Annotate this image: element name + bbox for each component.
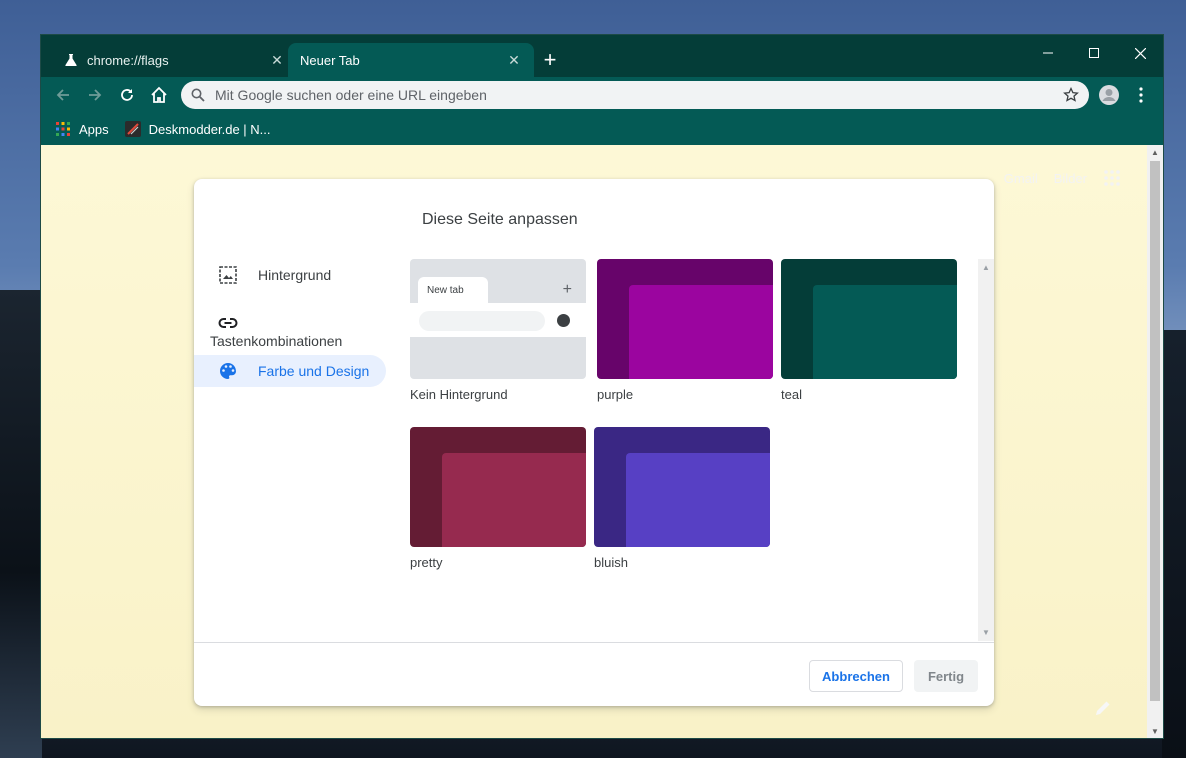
theme-preview-inner bbox=[629, 285, 773, 379]
desktop-wallpaper-right bbox=[1162, 330, 1186, 758]
theme-label: teal bbox=[781, 387, 802, 402]
forward-button[interactable] bbox=[81, 81, 109, 109]
title-bar: chrome://flags ✕ Neuer Tab ✕ + bbox=[41, 35, 1163, 77]
tab-title: chrome://flags bbox=[87, 52, 169, 68]
theme-label: bluish bbox=[594, 555, 628, 570]
theme-preview-inner bbox=[626, 453, 770, 547]
cancel-button[interactable]: Abbrechen bbox=[809, 660, 903, 692]
theme-preview: New tab + bbox=[410, 259, 586, 379]
scroll-up-icon[interactable]: ▲ bbox=[981, 263, 991, 272]
menu-item-label: Hintergrund bbox=[258, 267, 332, 283]
mini-omnibox bbox=[419, 311, 545, 331]
home-icon bbox=[151, 86, 167, 103]
theme-tile-default[interactable]: New tab + Kein Hintergrund bbox=[410, 259, 586, 402]
desktop-wallpaper-left bbox=[0, 290, 42, 758]
bookmark-apps[interactable]: Apps bbox=[55, 121, 109, 137]
avatar-icon bbox=[1099, 85, 1119, 105]
theme-preview bbox=[594, 427, 770, 547]
gmail-link[interactable]: Gmail bbox=[1004, 171, 1038, 186]
tab-title: Neuer Tab bbox=[300, 52, 360, 68]
bookmark-deskmodder[interactable]: Deskmodder.de | N... bbox=[124, 121, 271, 137]
menu-item-label: Tastenkombinationen bbox=[210, 333, 343, 349]
deskmodder-favicon bbox=[124, 121, 141, 137]
theme-tile-bluish[interactable]: bluish bbox=[594, 427, 770, 570]
close-icon[interactable]: ✕ bbox=[506, 52, 522, 68]
more-vert-icon bbox=[1139, 87, 1143, 103]
images-link[interactable]: Bilder bbox=[1054, 171, 1087, 186]
scroll-down-icon[interactable]: ▼ bbox=[1150, 727, 1160, 737]
reload-button[interactable] bbox=[113, 81, 141, 109]
omnibox[interactable] bbox=[181, 81, 1089, 109]
theme-label: pretty bbox=[410, 555, 443, 570]
ntp-header-links: Gmail Bilder bbox=[1004, 169, 1121, 187]
link-icon bbox=[218, 318, 238, 328]
avatar-icon bbox=[557, 314, 570, 327]
theme-tile-teal[interactable]: teal bbox=[781, 259, 957, 402]
theme-preview bbox=[410, 427, 586, 547]
omnibox-input[interactable] bbox=[215, 87, 1063, 103]
close-window-button[interactable] bbox=[1117, 39, 1163, 67]
bookmark-label: Apps bbox=[79, 121, 109, 137]
theme-preview-inner bbox=[442, 453, 586, 547]
chrome-window: chrome://flags ✕ Neuer Tab ✕ + Mit Googl… bbox=[40, 34, 1164, 739]
close-icon bbox=[1134, 47, 1146, 59]
new-tab-button[interactable]: + bbox=[539, 49, 561, 71]
bookmarks-bar: Apps Deskmodder.de | N... bbox=[41, 113, 1163, 145]
new-tab-page: Gmail Bilder Diese Seite anpassen Hinter… bbox=[41, 145, 1149, 738]
back-button[interactable] bbox=[49, 81, 77, 109]
search-icon bbox=[191, 88, 205, 102]
dialog-footer: Abbrechen Fertig bbox=[194, 642, 994, 706]
minimize-icon bbox=[1043, 52, 1053, 54]
close-icon[interactable]: ✕ bbox=[269, 52, 285, 68]
tab-chrome-flags[interactable]: chrome://flags ✕ bbox=[51, 43, 297, 77]
menu-item-color-theme[interactable]: Farbe und Design bbox=[194, 355, 386, 387]
menu-item-label: Farbe und Design bbox=[258, 363, 370, 379]
customize-dialog: Diese Seite anpassen Hintergrund Tastenk… bbox=[194, 179, 994, 706]
mini-tab: New tab bbox=[418, 277, 488, 303]
plus-icon: + bbox=[562, 281, 572, 298]
menu-item-shortcuts[interactable]: Tastenkombinationen bbox=[194, 307, 386, 349]
bookmark-label: Deskmodder.de | N... bbox=[148, 121, 271, 137]
arrow-right-icon bbox=[89, 89, 102, 101]
scrollbar-thumb[interactable] bbox=[1150, 161, 1160, 701]
theme-preview bbox=[781, 259, 957, 379]
theme-tile-purple[interactable]: purple bbox=[597, 259, 773, 402]
theme-preview-inner bbox=[813, 285, 957, 379]
palette-icon bbox=[220, 363, 236, 379]
maximize-icon bbox=[1089, 48, 1099, 58]
minimize-button[interactable] bbox=[1025, 39, 1071, 67]
pencil-icon[interactable] bbox=[1093, 698, 1113, 718]
scroll-up-icon[interactable]: ▲ bbox=[1150, 148, 1160, 158]
theme-grid-scrollbar[interactable]: ▲ ▼ bbox=[978, 259, 994, 641]
done-button[interactable]: Fertig bbox=[914, 660, 978, 692]
theme-label: purple bbox=[597, 387, 634, 402]
menu-item-background[interactable]: Hintergrund bbox=[194, 259, 386, 291]
home-button[interactable] bbox=[145, 81, 173, 109]
menu-button[interactable] bbox=[1127, 81, 1155, 109]
tab-neuer-tab[interactable]: Neuer Tab ✕ bbox=[288, 43, 534, 77]
dialog-title: Diese Seite anpassen bbox=[422, 211, 578, 228]
maximize-button[interactable] bbox=[1071, 39, 1117, 67]
page-scrollbar[interactable]: ▲ ▼ bbox=[1147, 145, 1163, 738]
toolbar bbox=[41, 77, 1163, 113]
image-icon bbox=[219, 266, 237, 284]
theme-preview bbox=[597, 259, 773, 379]
apps-grid-icon bbox=[56, 122, 70, 136]
flask-icon bbox=[63, 52, 79, 68]
theme-tile-pretty[interactable]: pretty bbox=[410, 427, 586, 570]
arrow-left-icon bbox=[56, 89, 69, 101]
profile-button[interactable] bbox=[1095, 81, 1123, 109]
star-icon[interactable] bbox=[1063, 87, 1079, 103]
reload-icon bbox=[121, 89, 133, 101]
theme-label: Kein Hintergrund bbox=[410, 387, 508, 402]
scroll-down-icon[interactable]: ▼ bbox=[981, 628, 991, 637]
google-apps-icon[interactable] bbox=[1103, 169, 1121, 187]
theme-grid: New tab + Kein Hintergrund purple teal p… bbox=[410, 259, 994, 641]
